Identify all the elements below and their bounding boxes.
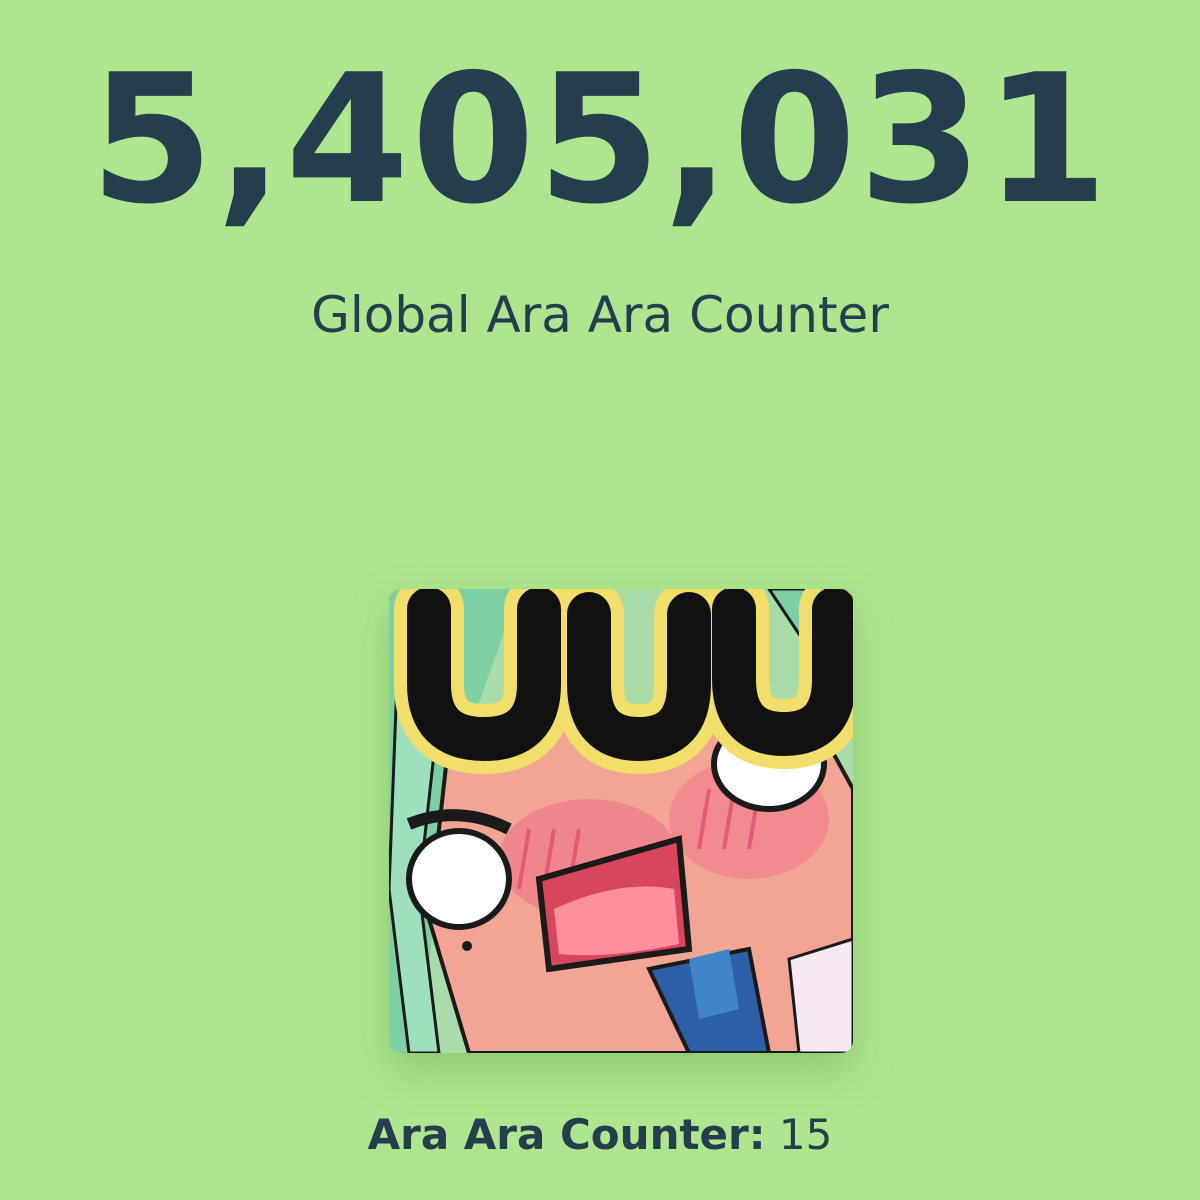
personal-counter-value: 15 (778, 1110, 833, 1159)
global-counter-value: 5,405,031 (89, 36, 1111, 243)
global-counter-label: Global Ara Ara Counter (311, 286, 889, 344)
ara-ara-avatar-button[interactable] (389, 589, 853, 1053)
personal-counter: Ara Ara Counter: 15 (0, 1100, 1200, 1170)
personal-counter-label: Ara Ara Counter: (367, 1110, 766, 1159)
anime-girl-blushing-emote-icon (389, 589, 853, 1053)
